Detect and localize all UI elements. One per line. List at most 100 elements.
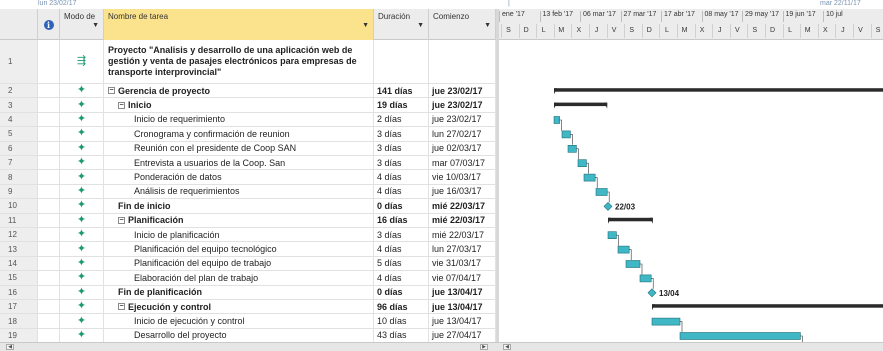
task-name-cell[interactable]: Entrevista a usuarios de la Coop. San bbox=[104, 156, 374, 170]
dependency-link[interactable] bbox=[570, 134, 573, 145]
row-id[interactable]: 10 bbox=[0, 199, 38, 213]
table-row[interactable]: 10 ✦ Fin de inicio 0 días mié 22/03/17 bbox=[0, 199, 496, 214]
dependency-link[interactable] bbox=[576, 148, 579, 160]
mode-column-header[interactable]: Modo de ▼ bbox=[60, 9, 104, 40]
row-id[interactable]: 18 bbox=[0, 314, 38, 328]
row-id[interactable]: 5 bbox=[0, 127, 38, 141]
task-duration[interactable]: 96 días bbox=[374, 300, 429, 314]
row-id[interactable]: 8 bbox=[0, 170, 38, 184]
row-info[interactable] bbox=[38, 112, 60, 127]
table-row[interactable]: 18 ✦ Inicio de ejecución y control 10 días j… bbox=[0, 314, 496, 329]
task-name-cell[interactable]: Planificación del equipo de trabajo bbox=[104, 256, 374, 271]
task-start[interactable]: jue 23/02/17 bbox=[429, 98, 496, 112]
table-row[interactable]: 16 ✦ Fin de planificación 0 días jue 13/04/1… bbox=[0, 285, 496, 300]
row-info[interactable] bbox=[38, 40, 60, 83]
task-bar[interactable] bbox=[679, 332, 801, 340]
summary-bar[interactable] bbox=[608, 217, 653, 222]
table-row[interactable]: 4 ✦ Inicio de requerimiento 2 días jue 23/02… bbox=[0, 112, 496, 128]
task-name-cell[interactable]: Inicio de ejecución y control bbox=[104, 314, 374, 328]
task-bar[interactable] bbox=[607, 231, 617, 239]
row-mode[interactable]: ✦ bbox=[60, 300, 104, 314]
row-mode[interactable]: ✦ bbox=[60, 141, 104, 155]
table-row[interactable]: 2 ✦ − Gerencia de proyecto 141 días jue 23/02… bbox=[0, 84, 496, 99]
row-mode[interactable]: ✦ bbox=[60, 328, 104, 343]
task-duration[interactable]: 0 días bbox=[374, 199, 429, 213]
row-mode[interactable]: ✦ bbox=[60, 184, 104, 199]
task-name-cell[interactable]: Fin de inicio bbox=[104, 199, 374, 213]
table-row[interactable]: 14 ✦ Planificación del equipo de trabajo 5 … bbox=[0, 256, 496, 272]
gantt-scroll-left-icon[interactable]: ◀ bbox=[503, 344, 511, 350]
task-start[interactable]: jue 16/03/17 bbox=[429, 184, 496, 199]
dependency-link[interactable] bbox=[586, 162, 589, 174]
start-column-header[interactable]: Comienzo ▼ bbox=[429, 9, 496, 40]
task-start[interactable]: jue 23/02/17 bbox=[429, 84, 496, 98]
task-bar[interactable] bbox=[553, 116, 560, 124]
row-mode[interactable]: ✦ bbox=[60, 314, 104, 328]
task-name-cell[interactable]: Proyecto "Analisis y desarrollo de una a… bbox=[104, 40, 374, 83]
row-mode[interactable]: ✦ bbox=[60, 98, 104, 112]
row-mode[interactable]: ✦ bbox=[60, 170, 104, 184]
task-duration[interactable]: 4 días bbox=[374, 271, 429, 285]
scroll-left-icon[interactable]: ◀ bbox=[6, 344, 14, 350]
summary-bar[interactable] bbox=[652, 304, 883, 308]
row-id[interactable]: 17 bbox=[0, 300, 38, 314]
row-mode[interactable]: ✦ bbox=[60, 112, 104, 127]
row-mode[interactable]: ✦ bbox=[60, 242, 104, 256]
table-row[interactable]: 13 ✦ Planificación del equipo tecnológico 4… bbox=[0, 242, 496, 257]
dependency-link[interactable] bbox=[607, 191, 610, 203]
info-column-header[interactable]: i bbox=[38, 9, 60, 40]
row-mode[interactable]: ✦ bbox=[60, 213, 104, 227]
table-row[interactable]: 1 ⇶ Proyecto "Analisis y desarrollo de una… bbox=[0, 40, 496, 84]
summary-bar[interactable] bbox=[554, 102, 608, 107]
row-id[interactable]: 19 bbox=[0, 328, 38, 343]
duration-column-header[interactable]: Duración ▼ bbox=[374, 9, 429, 40]
task-duration[interactable]: 16 días bbox=[374, 213, 429, 227]
task-start[interactable]: jue 02/03/17 bbox=[429, 141, 496, 155]
task-name-cell[interactable]: − Inicio bbox=[104, 98, 374, 112]
task-name-cell[interactable]: Desarrollo del proyecto bbox=[104, 328, 374, 343]
task-duration[interactable]: 141 días bbox=[374, 84, 429, 98]
task-duration[interactable]: 3 días bbox=[374, 228, 429, 242]
row-info[interactable] bbox=[38, 170, 60, 184]
task-duration[interactable]: 2 días bbox=[374, 112, 429, 127]
row-info[interactable] bbox=[38, 300, 60, 314]
task-name-cell[interactable]: Inicio de planificación bbox=[104, 228, 374, 242]
task-duration[interactable]: 5 días bbox=[374, 256, 429, 271]
row-id[interactable]: 3 bbox=[0, 98, 38, 112]
task-start[interactable] bbox=[429, 40, 496, 83]
task-name-cell[interactable]: Planificación del equipo tecnológico bbox=[104, 242, 374, 256]
row-info[interactable] bbox=[38, 328, 60, 343]
task-start[interactable]: jue 23/02/17 bbox=[429, 112, 496, 127]
task-bar[interactable] bbox=[577, 159, 587, 167]
task-duration[interactable] bbox=[374, 40, 429, 83]
dependency-link[interactable] bbox=[595, 177, 598, 188]
task-start[interactable]: jue 13/04/17 bbox=[429, 300, 496, 314]
milestone-label[interactable]: 22/03 bbox=[615, 202, 636, 211]
row-mode[interactable]: ✦ bbox=[60, 271, 104, 285]
table-row[interactable]: 5 ✦ Cronograma y confirmación de reunion 3 … bbox=[0, 127, 496, 142]
row-info[interactable] bbox=[38, 228, 60, 242]
row-info[interactable] bbox=[38, 256, 60, 271]
row-id[interactable]: 1 bbox=[0, 40, 38, 83]
chevron-down-icon[interactable]: ▼ bbox=[92, 21, 99, 31]
row-id[interactable]: 2 bbox=[0, 84, 38, 98]
row-id[interactable]: 4 bbox=[0, 112, 38, 127]
task-duration[interactable]: 4 días bbox=[374, 170, 429, 184]
task-name-cell[interactable]: Cronograma y confirmación de reunion bbox=[104, 127, 374, 141]
chevron-down-icon[interactable]: ▼ bbox=[484, 21, 491, 31]
name-column-header[interactable]: Nombre de tarea ▼ bbox=[104, 9, 374, 40]
collapse-icon[interactable]: − bbox=[118, 101, 125, 109]
row-info[interactable] bbox=[38, 314, 60, 328]
row-info[interactable] bbox=[38, 271, 60, 285]
task-start[interactable]: mié 22/03/17 bbox=[429, 199, 496, 213]
chevron-down-icon[interactable]: ▼ bbox=[417, 21, 424, 31]
task-bar[interactable] bbox=[625, 260, 641, 268]
table-row[interactable]: 17 ✦ − Ejecución y control 96 días jue 13/04/… bbox=[0, 300, 496, 315]
task-bar[interactable] bbox=[561, 130, 571, 139]
row-id[interactable]: 6 bbox=[0, 141, 38, 155]
row-mode[interactable]: ✦ bbox=[60, 199, 104, 213]
task-name-cell[interactable]: Ponderación de datos bbox=[104, 170, 374, 184]
collapse-icon[interactable]: − bbox=[108, 87, 115, 95]
table-row[interactable]: 6 ✦ Reunión con el presidente de Coop SAN 3… bbox=[0, 141, 496, 156]
row-info[interactable] bbox=[38, 141, 60, 155]
